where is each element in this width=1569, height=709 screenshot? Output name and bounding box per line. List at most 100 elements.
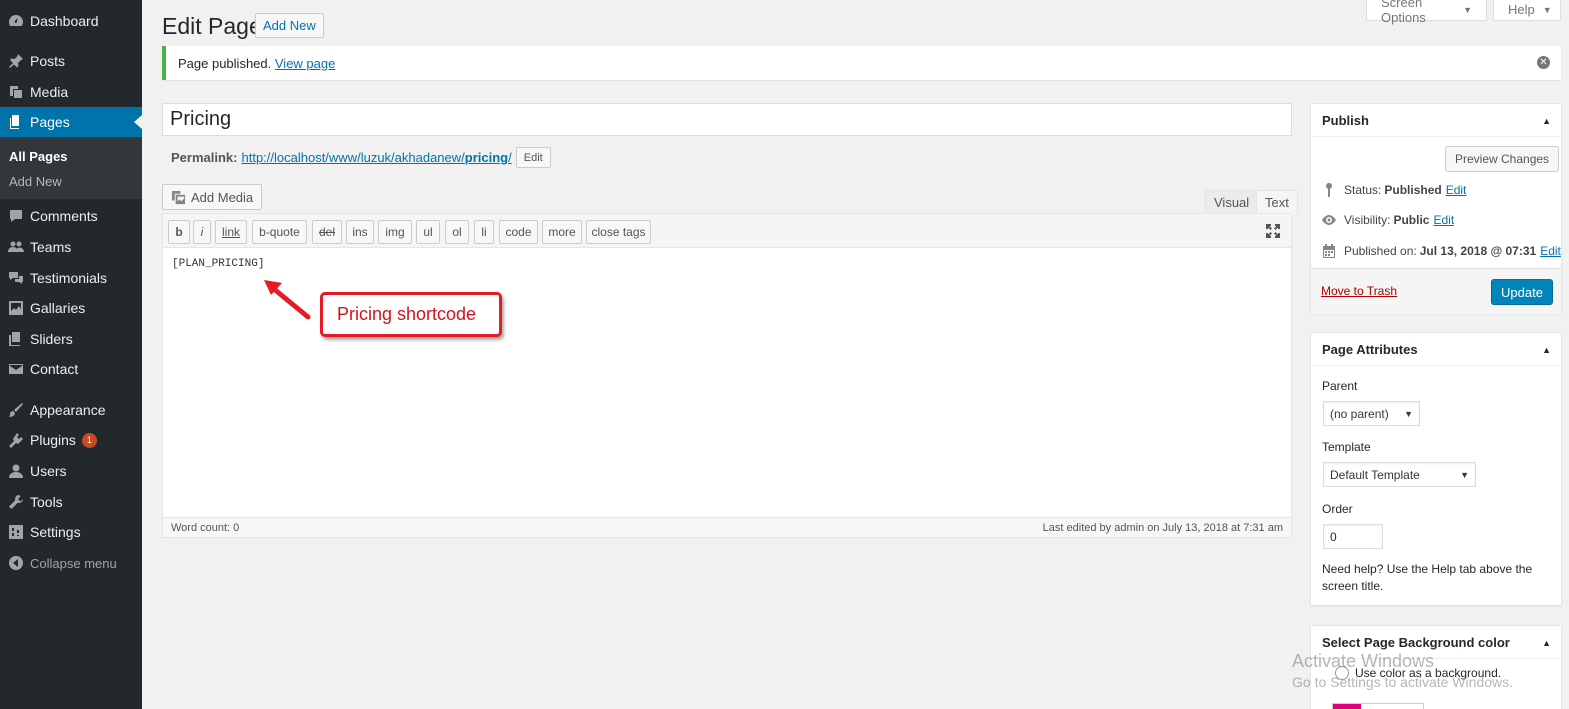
qt-italic-button[interactable]: i — [193, 220, 211, 244]
pages-submenu: All Pages Add New — [0, 137, 142, 199]
template-select-value: Default Template — [1330, 467, 1420, 482]
edit-status-link[interactable]: Edit — [1446, 183, 1467, 197]
order-label: Order — [1322, 502, 1353, 516]
gallery-icon — [0, 300, 30, 316]
pin-icon — [1326, 183, 1332, 197]
collapse-arrow-icon[interactable]: ▲ — [1542, 345, 1551, 355]
collapse-arrow-icon[interactable]: ▲ — [1542, 116, 1551, 126]
admin-sidebar: Dashboard Posts Media Pages All Pages Ad… — [0, 0, 142, 709]
pin-icon — [0, 53, 30, 69]
tab-visual[interactable]: Visual — [1205, 190, 1259, 214]
qt-ins-button[interactable]: ins — [346, 220, 374, 244]
fullscreen-icon[interactable] — [1265, 223, 1281, 239]
teams-icon — [0, 239, 30, 255]
status-label: Status: — [1344, 183, 1382, 197]
dropdown-arrow-icon: ▼ — [1460, 469, 1469, 480]
pages-icon — [0, 114, 30, 130]
qt-ul-button[interactable]: ul — [416, 220, 440, 244]
qt-del-button[interactable]: del — [312, 220, 342, 244]
editor-content[interactable]: [PLAN_PRICING] — [172, 258, 264, 270]
edit-visibility-link[interactable]: Edit — [1433, 213, 1454, 227]
sidebar-item-label: Plugins — [30, 432, 76, 448]
page-attributes-header[interactable]: Page Attributes ▲ — [1311, 333, 1561, 366]
wrench-icon — [0, 494, 30, 510]
sidebar-item-label: Testimonials — [30, 270, 108, 286]
radio-button[interactable] — [1335, 666, 1349, 680]
submenu-all-pages[interactable]: All Pages — [9, 149, 68, 164]
permalink-url[interactable]: http://localhost/www/luzuk/akhadanew/pri… — [241, 150, 511, 165]
qt-close-tags-button[interactable]: close tags — [586, 220, 651, 244]
caret-down-icon: ▼ — [1463, 4, 1472, 15]
qt-li-button[interactable]: li — [474, 220, 494, 244]
visibility-value: Public — [1393, 213, 1430, 227]
sidebar-item-label: Dashboard — [30, 13, 99, 29]
add-media-label: Add Media — [191, 189, 254, 205]
update-button[interactable]: Update — [1491, 279, 1553, 305]
qt-link-button[interactable]: link — [215, 220, 247, 244]
sidebar-item-settings[interactable]: Settings — [0, 517, 142, 547]
success-notice: Page published. View page ✕ — [162, 46, 1561, 80]
sidebar-item-label: Sliders — [30, 331, 73, 347]
template-select[interactable]: Default Template ▼ — [1323, 462, 1476, 487]
dismiss-icon[interactable]: ✕ — [1537, 56, 1550, 69]
background-color-title: Select Page Background color — [1322, 634, 1510, 650]
order-input[interactable]: 0 — [1323, 524, 1383, 549]
page-title-input[interactable]: Pricing — [162, 103, 1292, 136]
add-new-page-button[interactable]: Add New — [255, 13, 324, 38]
dashboard-icon — [0, 13, 30, 29]
sidebar-item-contact[interactable]: Contact — [0, 354, 142, 384]
collapse-menu-button[interactable]: Collapse menu — [0, 548, 142, 578]
sidebar-item-dashboard[interactable]: Dashboard — [0, 6, 142, 36]
qt-more-button[interactable]: more — [542, 220, 582, 244]
sidebar-item-media[interactable]: Media — [0, 77, 142, 107]
permalink-edit-button[interactable]: Edit — [515, 147, 551, 168]
status-value: Published — [1384, 183, 1442, 197]
publish-box-header[interactable]: Publish ▲ — [1311, 104, 1561, 137]
testimonials-icon — [0, 270, 30, 286]
use-color-option[interactable]: Use color as a background. — [1335, 666, 1501, 680]
sidebar-item-testimonials[interactable]: Testimonials — [0, 263, 142, 293]
sidebar-item-label: Teams — [30, 239, 72, 255]
notice-text: Page published. — [178, 55, 272, 71]
qt-bquote-button[interactable]: b-quote — [252, 220, 307, 244]
sidebar-item-appearance[interactable]: Appearance — [0, 395, 142, 425]
status-row: Status: Published Edit — [1321, 182, 1466, 198]
sidebar-item-plugins[interactable]: Plugins 1 — [0, 425, 142, 455]
permalink-url-suffix: / — [508, 150, 512, 165]
preview-changes-button[interactable]: Preview Changes — [1445, 146, 1560, 172]
background-color-header[interactable]: Select Page Background color ▲ — [1311, 626, 1561, 659]
parent-select[interactable]: (no parent) ▼ — [1323, 401, 1420, 426]
screen-options-tab[interactable]: Screen Options ▼ — [1366, 0, 1487, 25]
color-picker-button[interactable] — [1332, 703, 1424, 709]
sliders-icon — [0, 331, 30, 347]
help-tab[interactable]: Help ▼ — [1493, 0, 1561, 21]
sidebar-item-pages[interactable]: Pages — [0, 107, 142, 137]
add-media-button[interactable]: Add Media — [162, 184, 263, 210]
screen-options-label: Screen Options — [1381, 0, 1426, 25]
edit-date-link[interactable]: Edit — [1540, 244, 1561, 258]
qt-img-button[interactable]: img — [378, 220, 412, 244]
sidebar-item-posts[interactable]: Posts — [0, 46, 142, 76]
tab-text[interactable]: Text — [1256, 190, 1298, 214]
settings-icon — [0, 524, 30, 540]
permalink-url-prefix: http://localhost/www/luzuk/akhadanew/ — [241, 150, 465, 165]
sidebar-item-comments[interactable]: Comments — [0, 201, 142, 231]
sidebar-item-gallaries[interactable]: Gallaries — [0, 293, 142, 323]
submenu-add-new[interactable]: Add New — [9, 174, 62, 189]
published-on-value: Jul 13, 2018 @ 07:31 — [1419, 244, 1537, 258]
sidebar-item-teams[interactable]: Teams — [0, 232, 142, 262]
permalink-slug: pricing — [464, 150, 509, 165]
sidebar-item-users[interactable]: Users — [0, 456, 142, 486]
sidebar-item-tools[interactable]: Tools — [0, 487, 142, 517]
plugin-icon — [0, 432, 30, 448]
dropdown-arrow-icon: ▼ — [1404, 408, 1413, 419]
annotation-callout: Pricing shortcode — [320, 292, 502, 337]
sidebar-item-label: Tools — [30, 494, 63, 510]
sidebar-item-sliders[interactable]: Sliders — [0, 324, 142, 354]
view-page-link[interactable]: View page — [275, 56, 335, 71]
qt-code-button[interactable]: code — [499, 220, 538, 244]
qt-bold-button[interactable]: b — [168, 220, 190, 244]
collapse-arrow-icon[interactable]: ▲ — [1542, 638, 1551, 648]
move-to-trash-link[interactable]: Move to Trash — [1321, 284, 1397, 298]
qt-ol-button[interactable]: ol — [445, 220, 469, 244]
